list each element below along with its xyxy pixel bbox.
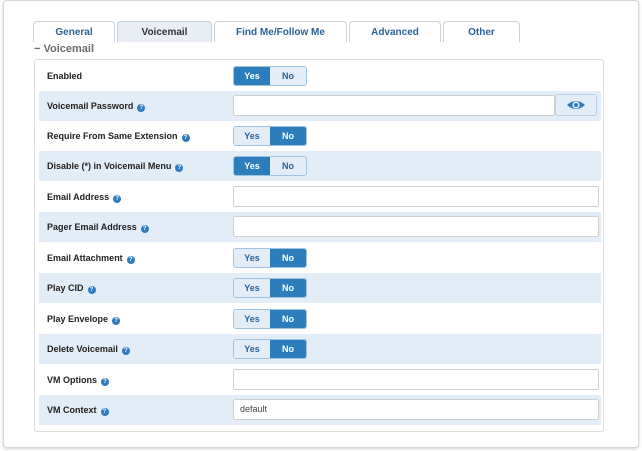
play-envelope-toggle: Yes No: [233, 309, 307, 329]
disable-star-toggle: Yes No: [233, 156, 307, 176]
enabled-toggle: Yes No: [233, 66, 307, 86]
voicemail-password-label: Voicemail Password?: [47, 101, 146, 112]
help-icon[interactable]: ?: [121, 347, 130, 355]
email-attachment-no-option[interactable]: No: [270, 249, 306, 267]
row-email-address: Email Address?: [39, 182, 601, 212]
vm-context-input[interactable]: default: [233, 399, 599, 420]
tab-find-me-follow-me[interactable]: Find Me/Follow Me: [214, 21, 347, 42]
row-require-same-extension: Require From Same Extension? Yes No: [39, 121, 601, 151]
help-icon[interactable]: ?: [87, 286, 96, 294]
tab-other[interactable]: Other: [443, 21, 520, 42]
vm-context-label: VM Context?: [47, 405, 109, 416]
tab-advanced[interactable]: Advanced: [349, 21, 441, 42]
tab-voicemail[interactable]: Voicemail: [117, 21, 212, 42]
pager-email-input[interactable]: [233, 216, 599, 237]
help-icon[interactable]: ?: [113, 195, 122, 203]
require-same-extension-toggle: Yes No: [233, 126, 307, 146]
vm-options-label: VM Options?: [47, 375, 109, 386]
help-icon[interactable]: ?: [101, 378, 109, 386]
email-address-label: Email Address?: [47, 192, 122, 203]
pager-email-label: Pager Email Address?: [47, 222, 149, 233]
email-attachment-yes-option[interactable]: Yes: [234, 249, 270, 267]
delete-voicemail-yes-option[interactable]: Yes: [234, 340, 270, 358]
require-same-extension-no-option[interactable]: No: [270, 127, 306, 145]
enabled-no-option[interactable]: No: [270, 67, 306, 85]
delete-voicemail-toggle: Yes No: [233, 339, 307, 359]
delete-voicemail-label: Delete Voicemail?: [47, 344, 130, 355]
row-delete-voicemail: Delete Voicemail? Yes No: [39, 334, 601, 364]
require-same-extension-yes-option[interactable]: Yes: [234, 127, 270, 145]
play-envelope-no-option[interactable]: No: [270, 310, 306, 328]
play-cid-no-option[interactable]: No: [270, 279, 306, 297]
help-icon[interactable]: ?: [175, 164, 184, 172]
email-address-input[interactable]: [233, 186, 599, 207]
row-play-cid: Play CID? Yes No: [39, 273, 601, 303]
help-icon[interactable]: ?: [140, 225, 149, 233]
tab-general[interactable]: General: [33, 21, 115, 42]
row-vm-context: VM Context? default: [39, 395, 601, 425]
vm-options-input[interactable]: [233, 369, 599, 390]
email-attachment-label: Email Attachment?: [47, 253, 135, 264]
disable-star-no-option[interactable]: No: [270, 157, 306, 175]
section-title-voicemail[interactable]: − Voicemail: [34, 43, 94, 55]
show-password-button[interactable]: [555, 94, 597, 116]
disable-star-yes-option[interactable]: Yes: [234, 157, 270, 175]
enabled-yes-option[interactable]: Yes: [234, 67, 270, 85]
delete-voicemail-no-option[interactable]: No: [270, 340, 306, 358]
row-email-attachment: Email Attachment? Yes No: [39, 243, 601, 273]
email-attachment-toggle: Yes No: [233, 248, 307, 268]
row-enabled: Enabled Yes No: [39, 61, 601, 91]
play-cid-label: Play CID?: [47, 283, 96, 294]
eye-icon: [567, 101, 585, 109]
help-icon[interactable]: ?: [112, 317, 121, 325]
play-envelope-yes-option[interactable]: Yes: [234, 310, 270, 328]
row-vm-options: VM Options?: [39, 365, 601, 395]
help-icon[interactable]: ?: [137, 104, 146, 112]
row-play-envelope: Play Envelope? Yes No: [39, 304, 601, 334]
play-cid-yes-option[interactable]: Yes: [234, 279, 270, 297]
help-icon[interactable]: ?: [181, 134, 190, 142]
row-voicemail-password: Voicemail Password?: [39, 91, 601, 121]
disable-star-label: Disable (*) in Voicemail Menu?: [47, 161, 184, 172]
voicemail-password-input[interactable]: [233, 95, 555, 116]
enabled-label: Enabled: [47, 71, 83, 81]
help-icon[interactable]: ?: [126, 256, 135, 264]
require-same-extension-label: Require From Same Extension?: [47, 131, 190, 142]
row-disable-star: Disable (*) in Voicemail Menu? Yes No: [39, 151, 601, 181]
help-icon[interactable]: ?: [100, 408, 109, 416]
row-pager-email: Pager Email Address?: [39, 212, 601, 242]
play-cid-toggle: Yes No: [233, 278, 307, 298]
play-envelope-label: Play Envelope?: [47, 314, 121, 325]
